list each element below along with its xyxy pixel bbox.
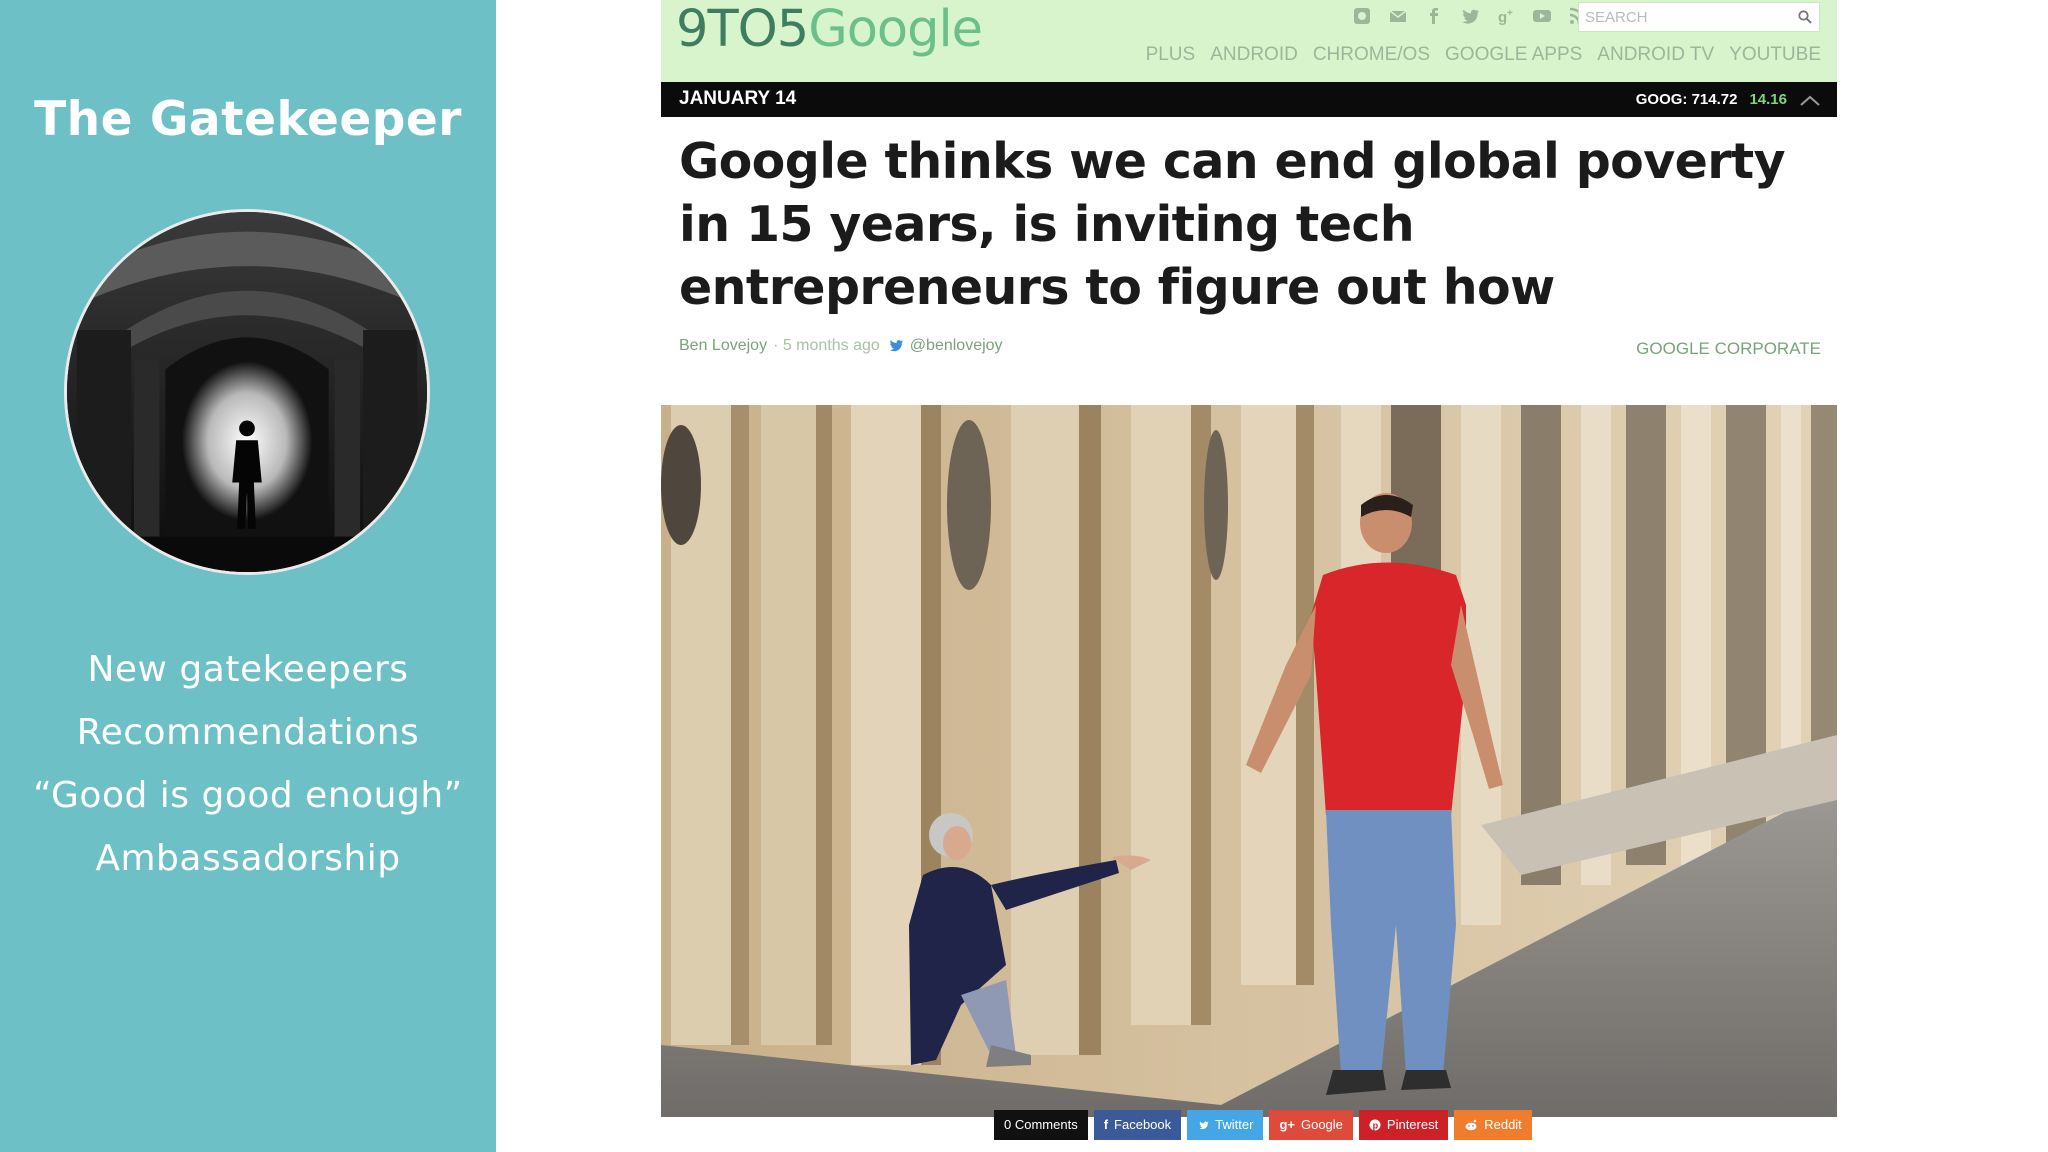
- site-header: 9TO5Google g+ PLUS ANDROID CHROME/OS GOO…: [661, 0, 1837, 82]
- author-twitter-handle[interactable]: @benlovejoy: [910, 337, 1003, 355]
- nav-item-plus[interactable]: PLUS: [1146, 44, 1196, 66]
- youtube-icon[interactable]: [1531, 5, 1553, 27]
- search-input[interactable]: [1579, 3, 1779, 31]
- logo-number: 9TO5: [676, 0, 809, 59]
- slide-title: The Gatekeeper: [34, 92, 462, 147]
- facebook-share-label: Facebook: [1114, 1117, 1172, 1132]
- article-photo: [661, 405, 1837, 1117]
- svg-text:p: p: [1373, 1120, 1379, 1130]
- chevron-up-icon: [1800, 95, 1820, 106]
- facebook-icon: f: [1103, 1117, 1109, 1132]
- article-category[interactable]: GOOGLE CORPORATE: [1636, 339, 1821, 359]
- twitter-icon[interactable]: [1459, 5, 1481, 27]
- bullet-item: Ambassadorship: [95, 838, 401, 879]
- gatekeeper-image: [64, 209, 430, 575]
- reddit-share-button[interactable]: Reddit: [1454, 1110, 1532, 1140]
- site-logo[interactable]: 9TO5Google: [676, 0, 983, 60]
- facebook-icon[interactable]: [1423, 5, 1445, 27]
- main-nav: PLUS ANDROID CHROME/OS GOOGLE APPS ANDRO…: [1146, 44, 1821, 66]
- svg-text:+: +: [1507, 8, 1513, 19]
- google-plus-icon[interactable]: g +: [1495, 5, 1517, 27]
- bullet-list: New gatekeepers Recommendations “Good is…: [0, 646, 496, 898]
- author-link[interactable]: Ben Lovejoy: [679, 337, 767, 355]
- facebook-share-button[interactable]: f Facebook: [1093, 1110, 1182, 1140]
- reddit-share-label: Reddit: [1484, 1117, 1522, 1132]
- mail-icon[interactable]: [1387, 5, 1409, 27]
- social-links: g +: [1351, 5, 1589, 27]
- google-share-label: Google: [1300, 1117, 1343, 1132]
- share-bar: 0 Comments f Facebook Twitter g+ Google p …: [994, 1110, 1532, 1140]
- current-date: JANUARY 14: [679, 88, 797, 109]
- ticker-change: 14.16: [1749, 91, 1787, 108]
- twitter-share-button[interactable]: Twitter: [1187, 1110, 1264, 1140]
- nav-item-chrome-os[interactable]: CHROME/OS: [1313, 44, 1430, 66]
- article-headline[interactable]: Google thinks we can end global poverty …: [679, 130, 1799, 319]
- comments-count: 0 Comments: [1004, 1117, 1078, 1132]
- post-time: · 5 months ago: [773, 337, 880, 354]
- google-plus-icon: g+: [1279, 1117, 1295, 1132]
- ticker-price: GOOG: 714.72: [1635, 91, 1738, 108]
- nav-item-android[interactable]: ANDROID: [1210, 44, 1298, 66]
- reddit-icon: [1465, 1119, 1477, 1131]
- pinterest-share-label: Pinterest: [1386, 1117, 1439, 1132]
- date-bar: JANUARY 14 GOOG: 714.72 14.16: [661, 82, 1837, 117]
- comments-button[interactable]: 0 Comments: [994, 1110, 1088, 1140]
- bullet-item: Recommendations: [76, 712, 420, 753]
- google-share-button[interactable]: g+ Google: [1269, 1110, 1353, 1140]
- slide-panel: The Gatekeeper New gatekeepers Recommend…: [0, 0, 496, 1152]
- pinterest-icon: p: [1369, 1119, 1381, 1131]
- twitter-icon: [1199, 1120, 1209, 1129]
- bullet-item: New gatekeepers: [87, 649, 409, 690]
- bullet-item: “Good is good enough”: [33, 775, 463, 816]
- logo-word: Google: [808, 0, 983, 59]
- instagram-icon[interactable]: [1351, 5, 1373, 27]
- byline: Ben Lovejoy · 5 months ago @benlovejoy: [679, 337, 1003, 355]
- nav-item-youtube[interactable]: YOUTUBE: [1729, 44, 1821, 66]
- nav-item-google-apps[interactable]: GOOGLE APPS: [1445, 44, 1582, 66]
- search-icon[interactable]: [1797, 9, 1813, 25]
- stock-ticker: GOOG: 714.72 14.16: [1636, 91, 1821, 108]
- twitter-bird-icon: [889, 340, 903, 352]
- svg-text:g: g: [1498, 9, 1507, 26]
- article-screenshot: 9TO5Google g+ PLUS ANDROID CHROME/OS GOO…: [661, 0, 1837, 1152]
- nav-item-android-tv[interactable]: ANDROID TV: [1597, 44, 1714, 66]
- search-box: [1578, 2, 1820, 32]
- twitter-share-label: Twitter: [1215, 1117, 1254, 1132]
- pinterest-share-button[interactable]: p Pinterest: [1358, 1110, 1449, 1140]
